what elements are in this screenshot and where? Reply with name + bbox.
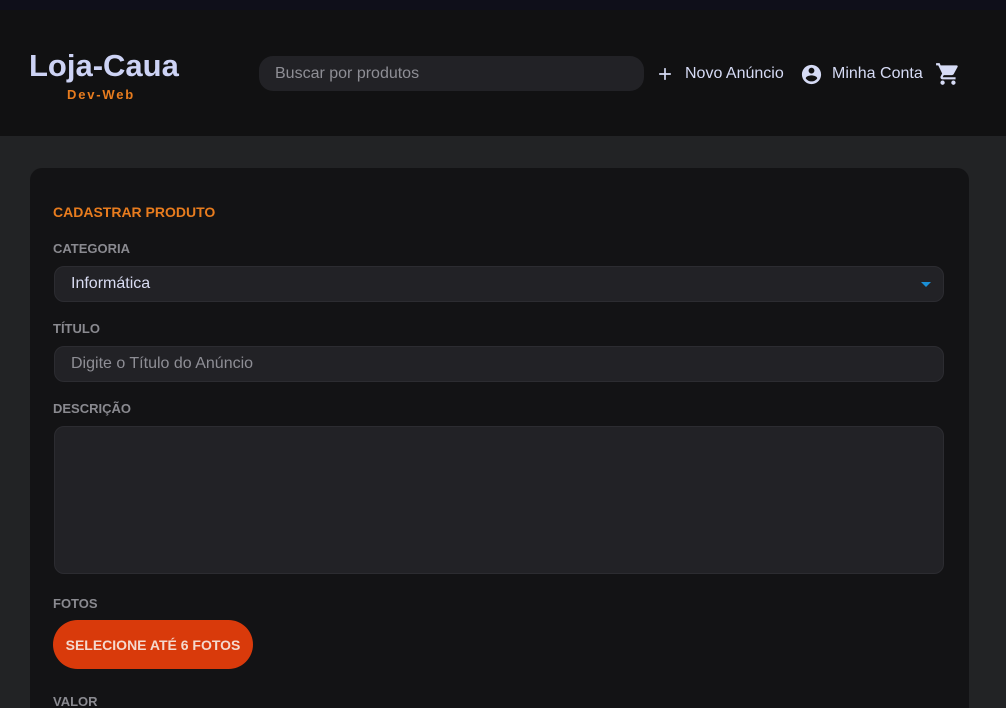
cart-icon (935, 61, 961, 87)
dropdown-arrow-icon (921, 282, 931, 287)
select-photos-button[interactable]: SELECIONE ATÉ 6 FOTOS (53, 620, 253, 669)
new-ad-label: Novo Anúncio (685, 65, 784, 82)
brand-logo[interactable]: Loja-Caua Dev-Web (29, 48, 179, 103)
top-strip (0, 0, 1006, 10)
new-ad-button[interactable]: Novo Anúncio (655, 61, 784, 87)
description-label: DESCRIÇÃO (53, 401, 132, 416)
title-label: TÍTULO (53, 321, 100, 336)
plus-icon (655, 64, 675, 84)
photos-label: FOTOS (53, 596, 98, 611)
form-title: CADASTRAR PRODUTO (53, 204, 216, 220)
brand-title: Loja-Caua (29, 48, 179, 83)
category-label: CATEGORIA (53, 241, 131, 256)
my-account-label: Minha Conta (832, 65, 923, 82)
description-textarea[interactable] (54, 426, 944, 574)
product-form-card: CADASTRAR PRODUTO CATEGORIA Informática … (30, 168, 969, 708)
brand-subtitle: Dev-Web (67, 87, 135, 102)
category-value: Informática (71, 275, 151, 292)
category-select[interactable]: Informática (54, 266, 944, 302)
cart-button[interactable] (935, 61, 961, 87)
title-input[interactable] (54, 346, 944, 382)
search-input[interactable] (259, 56, 644, 91)
app-header: Loja-Caua Dev-Web Novo Anúncio Minha Con… (0, 10, 1006, 136)
my-account-button[interactable]: Minha Conta (800, 61, 923, 87)
value-label: VALOR (53, 694, 98, 708)
account-circle-icon (800, 63, 823, 86)
